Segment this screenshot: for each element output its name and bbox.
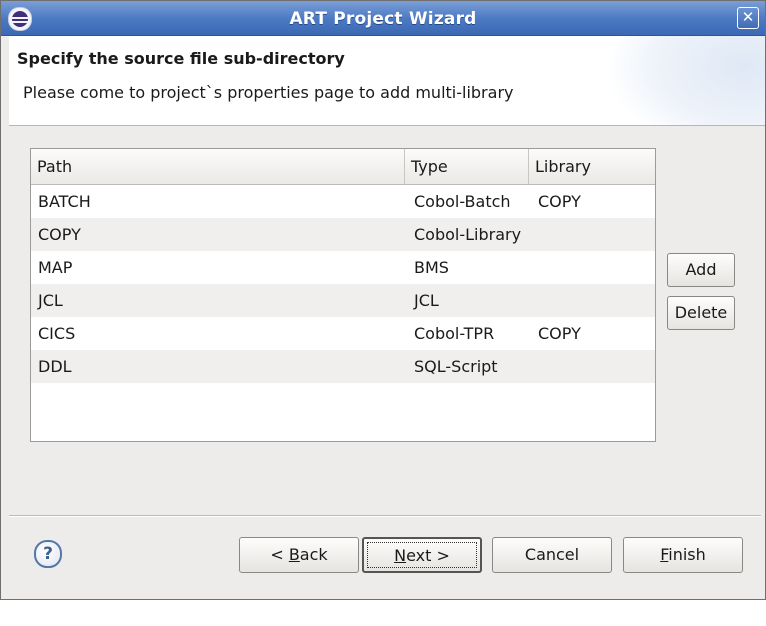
footer-separator [9,515,761,517]
cell-path: JCL [38,291,63,310]
cell-type: Cobol-Library [414,225,522,244]
wizard-window: ART Project Wizard ✕ Specify the source … [0,0,766,600]
page-title: Specify the source file sub-directory [17,49,345,68]
finish-label-suffix: inish [668,545,706,564]
close-icon[interactable]: ✕ [737,7,759,29]
next-button[interactable]: Next > [362,537,482,573]
cell-type: Cobol-TPR [414,324,495,343]
cell-type: SQL-Script [414,357,498,376]
cell-type: BMS [414,258,449,277]
table-row[interactable]: DDL SQL-Script [31,350,655,383]
table-header: Path Type Library [31,149,655,185]
cell-library: COPY [538,192,581,211]
table-row[interactable]: CICS Cobol-TPR COPY [31,317,655,350]
add-button[interactable]: Add [667,253,735,287]
back-label-mnemonic: B [288,545,300,564]
column-header-path[interactable]: Path [31,149,405,184]
cell-type: JCL [414,291,439,310]
cell-path: MAP [38,258,73,277]
back-label-suffix: ack [299,545,328,564]
column-header-type[interactable]: Type [405,149,529,184]
cancel-button[interactable]: Cancel [492,537,612,573]
column-header-library[interactable]: Library [529,149,655,184]
back-button[interactable]: < Back [239,537,359,573]
cell-path: BATCH [38,192,91,211]
window-title: ART Project Wizard [289,9,477,29]
table-row[interactable]: JCL JCL [31,284,655,317]
finish-button[interactable]: Finish [623,537,743,573]
help-icon[interactable]: ? [34,540,62,568]
cell-path: COPY [38,225,81,244]
table-row[interactable]: BATCH Cobol-Batch COPY [31,185,655,218]
cell-path: CICS [38,324,76,343]
cell-type: Cobol-Batch [414,192,511,211]
header-banner-graphic [605,36,765,125]
table-row[interactable]: COPY Cobol-Library [31,218,655,251]
source-directory-table[interactable]: Path Type Library BATCH Cobol-Batch COPY… [30,148,656,442]
cell-path: DDL [38,357,72,376]
wizard-header: Specify the source file sub-directory Pl… [9,36,765,126]
page-description: Please come to project`s properties page… [23,83,514,102]
table-row[interactable]: MAP BMS [31,251,655,284]
back-label-prefix: < [270,545,289,564]
delete-button[interactable]: Delete [667,296,735,330]
cell-library: COPY [538,324,581,343]
title-bar[interactable]: ART Project Wizard ✕ [1,1,765,36]
